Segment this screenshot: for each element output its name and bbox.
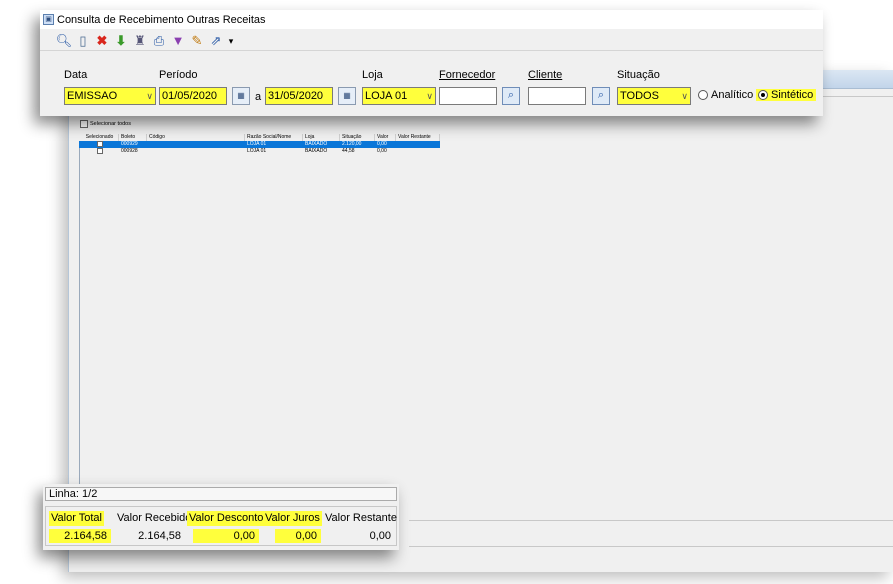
data-label: Data bbox=[64, 69, 88, 81]
valor-total-value: 2.164,58 bbox=[49, 529, 111, 543]
cell-restante bbox=[396, 148, 440, 155]
cell-codigo bbox=[147, 148, 245, 155]
select-all-label: Selecionar todos bbox=[90, 121, 131, 127]
filter-icon[interactable]: ▼ bbox=[170, 33, 186, 49]
row-checkbox-cell[interactable] bbox=[79, 148, 119, 155]
periodo-end-field[interactable]: 31/05/2020 bbox=[265, 87, 333, 105]
print-icon[interactable]: ⎙ bbox=[151, 33, 167, 49]
search-icon[interactable]: ⌕ bbox=[592, 87, 610, 105]
cell-situacao: 2.120,00 bbox=[342, 141, 362, 147]
sintetico-label: Sintético bbox=[771, 89, 814, 101]
export-icon[interactable]: ⇗ bbox=[208, 33, 224, 49]
fornecedor-field[interactable] bbox=[439, 87, 497, 105]
col-header-loja[interactable]: Loja bbox=[303, 134, 340, 141]
calendar-icon[interactable]: ▦ bbox=[338, 87, 356, 105]
grid-area[interactable] bbox=[79, 144, 890, 542]
table-row[interactable]: 000928 LOJA 01 BAIXADO 44,58 0,00 bbox=[79, 148, 440, 155]
situacao-select-value: TODOS bbox=[620, 90, 659, 102]
table-row[interactable]: 000929 LOJA 01 BAIXADO 2.120,00 0,00 bbox=[79, 141, 440, 148]
select-all[interactable]: Selecionar todos bbox=[80, 120, 131, 128]
col-header-codigo[interactable]: Código bbox=[147, 134, 245, 141]
divider bbox=[409, 546, 893, 547]
col-header-valor[interactable]: Valor bbox=[375, 134, 396, 141]
cell-valor: 0,00 bbox=[377, 148, 387, 154]
loja-select[interactable]: LOJA 01 ∨ bbox=[362, 87, 436, 105]
loja-label: Loja bbox=[362, 69, 383, 81]
periodo-start-field[interactable]: 01/05/2020 bbox=[159, 87, 227, 105]
cliente-field[interactable] bbox=[528, 87, 586, 105]
filter-dialog: ▣ Consulta de Recebimento Outras Receita… bbox=[40, 10, 823, 116]
analitico-label: Analítico bbox=[711, 89, 754, 101]
valor-restante-label: Valor Restante bbox=[325, 512, 397, 524]
cell-valor: 0,00 bbox=[377, 141, 387, 147]
valor-recebido-value: 2.164,58 bbox=[138, 530, 181, 542]
app-icon: ▣ bbox=[43, 14, 54, 25]
cell-restante bbox=[396, 141, 440, 148]
col-header-boleto[interactable]: Boleto bbox=[119, 134, 147, 141]
cell-codigo bbox=[147, 141, 245, 148]
chevron-down-icon: ∨ bbox=[426, 91, 433, 101]
cell-loja: BAIXADO bbox=[305, 141, 328, 147]
radio-circle[interactable] bbox=[698, 90, 708, 100]
sintetico-radio[interactable]: Sintético bbox=[756, 89, 817, 101]
cliente-label[interactable]: Cliente bbox=[528, 69, 562, 81]
totals-panel: Linha: 1/2 Valor Total 2.164,58 Valor Re… bbox=[43, 484, 399, 550]
row-checkbox[interactable] bbox=[97, 148, 103, 154]
valor-juros-value: 0,00 bbox=[275, 529, 321, 543]
situacao-select[interactable]: TODOS ∨ bbox=[617, 87, 691, 105]
calendar-icon[interactable]: ▦ bbox=[232, 87, 250, 105]
valor-total-label: Valor Total bbox=[49, 511, 104, 526]
radio-circle-selected[interactable] bbox=[758, 90, 768, 100]
cell-loja: BAIXADO bbox=[305, 148, 328, 154]
results-grid: Selecionado Boleto Código Razão Social/N… bbox=[79, 134, 440, 155]
select-all-checkbox[interactable] bbox=[80, 120, 88, 128]
search-icon[interactable]: ⌕ bbox=[502, 87, 520, 105]
analitico-radio[interactable]: Analítico bbox=[698, 89, 753, 101]
chevron-down-icon: ∨ bbox=[146, 91, 153, 101]
valor-restante-value: 0,00 bbox=[369, 530, 391, 542]
periodo-separator: a bbox=[255, 91, 262, 103]
new-document-icon[interactable]: ▯ bbox=[75, 33, 91, 49]
fornecedor-label[interactable]: Fornecedor bbox=[439, 69, 495, 81]
col-header-valor-restante[interactable]: Valor Restante bbox=[396, 134, 440, 141]
loja-select-value: LOJA 01 bbox=[365, 90, 408, 102]
data-select[interactable]: EMISSAO ∨ bbox=[64, 87, 156, 105]
grid-header-row: Selecionado Boleto Código Razão Social/N… bbox=[79, 134, 440, 141]
delete-icon[interactable]: ✖ bbox=[94, 33, 110, 49]
cell-boleto: 000929 bbox=[121, 141, 138, 147]
valor-recebido-label: Valor Recebido bbox=[117, 512, 192, 524]
periodo-label: Período bbox=[159, 69, 198, 81]
window-title: Consulta de Recebimento Outras Receitas bbox=[57, 13, 266, 26]
chevron-down-icon: ∨ bbox=[681, 91, 688, 101]
title-bar: ▣ Consulta de Recebimento Outras Receita… bbox=[40, 10, 823, 29]
grid-panel bbox=[79, 114, 890, 542]
data-select-value: EMISSAO bbox=[67, 90, 118, 102]
toolbar: 🔍︎ ▯ ✖ ⬇ ♜ ⎙ ▼ ✎ ⇗ ▾ bbox=[56, 32, 235, 50]
row-checkbox-cell[interactable] bbox=[79, 141, 119, 148]
search-icon[interactable]: 🔍︎ bbox=[56, 33, 73, 49]
valor-desconto-value: 0,00 bbox=[193, 529, 259, 543]
cell-razao: LOJA 01 bbox=[247, 148, 267, 154]
row-checkbox[interactable] bbox=[97, 141, 103, 147]
cell-razao: LOJA 01 bbox=[247, 141, 267, 147]
col-header-situacao[interactable]: Situação bbox=[340, 134, 375, 141]
cell-boleto: 000928 bbox=[121, 148, 138, 154]
filter-bar: Data EMISSAO ∨ Período 01/05/2020 ▦ a 31… bbox=[40, 50, 823, 117]
situacao-label: Situação bbox=[617, 69, 660, 81]
col-header-selecionado[interactable]: Selecionado bbox=[79, 134, 119, 141]
col-header-razao[interactable]: Razão Social/Nome bbox=[245, 134, 303, 141]
edit-icon[interactable]: ✎ bbox=[189, 33, 205, 49]
divider bbox=[409, 520, 893, 521]
download-icon[interactable]: ⬇ bbox=[113, 33, 129, 49]
chevron-down-icon[interactable]: ▾ bbox=[227, 33, 235, 49]
valor-desconto-label: Valor Desconto bbox=[187, 511, 266, 526]
clear-icon[interactable]: ♜ bbox=[132, 33, 148, 49]
valor-juros-label: Valor Juros bbox=[263, 511, 322, 526]
cell-situacao: 44,58 bbox=[342, 148, 355, 154]
row-count: Linha: 1/2 bbox=[45, 487, 397, 501]
